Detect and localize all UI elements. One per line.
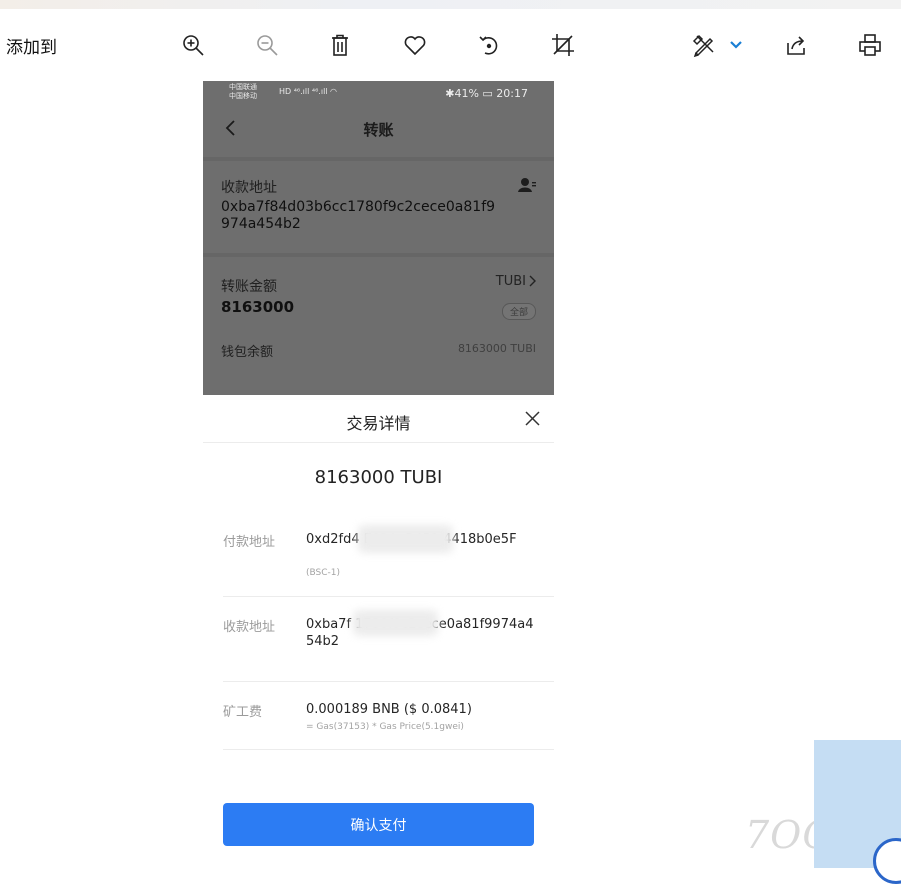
redaction-blur xyxy=(358,525,453,553)
amount-label: 转账金额 xyxy=(221,279,277,295)
zoom-in-icon xyxy=(183,35,204,56)
sheet-title: 交易详情 xyxy=(346,414,411,433)
rotate-button[interactable] xyxy=(472,28,506,62)
edit-button[interactable] xyxy=(687,28,721,62)
divider xyxy=(223,681,554,682)
transaction-detail-sheet: 交易详情 8163000 TUBI 付款地址 0xd2fd4 E02AaB451… xyxy=(203,395,554,860)
delete-button[interactable] xyxy=(323,28,357,62)
edit-dropdown-button[interactable] xyxy=(720,28,752,62)
status-right: ✱41% ▭ 20:17 xyxy=(445,87,528,100)
payee-label: 收款地址 xyxy=(223,620,276,635)
signal-icon: HD ⁴⁶.ıll ⁴⁶.ıll ◠ xyxy=(279,87,338,96)
fee-value: 0.000189 BNB ($ 0.0841) xyxy=(306,702,472,717)
amount-value: 8163000 xyxy=(221,298,295,316)
status-carrier: 中国联通 中国移动 xyxy=(229,83,257,100)
divider xyxy=(223,596,554,597)
transfer-page-dimmed: 中国联通 中国移动 HD ⁴⁶.ıll ⁴⁶.ıll ◠ ✱41% ▭ 20:1… xyxy=(203,81,554,395)
payer-label: 付款地址 xyxy=(223,535,276,550)
crop-button[interactable] xyxy=(546,28,580,62)
divider xyxy=(203,442,554,443)
chevron-right-icon xyxy=(529,275,536,287)
chevron-down-icon xyxy=(730,41,742,49)
transaction-amount: 8163000 TUBI xyxy=(314,467,443,488)
share-icon xyxy=(787,36,805,55)
add-to-button[interactable]: 添加到 xyxy=(6,33,57,58)
divider xyxy=(223,749,554,750)
zoom-in-button[interactable] xyxy=(176,28,210,62)
recipient-label: 收款地址 xyxy=(221,180,277,196)
favorite-button[interactable] xyxy=(398,28,432,62)
zoom-out-icon xyxy=(257,35,278,56)
edit-icon xyxy=(692,34,714,58)
payer-network: (BSC-1) xyxy=(306,568,341,578)
window-top-strip xyxy=(0,0,901,9)
token-selector[interactable]: TUBI xyxy=(496,274,526,289)
rotate-icon xyxy=(479,36,498,55)
close-icon[interactable] xyxy=(524,410,541,427)
print-button[interactable] xyxy=(853,28,887,62)
redaction-blur xyxy=(353,610,438,636)
balance-label: 钱包余额 xyxy=(221,345,274,360)
print-icon xyxy=(859,34,881,56)
share-button[interactable] xyxy=(779,28,813,62)
heart-icon xyxy=(404,36,426,56)
confirm-pay-button[interactable]: 确认支付 xyxy=(223,803,534,846)
divider xyxy=(203,157,554,161)
zoom-out-button[interactable] xyxy=(250,28,284,62)
page-title: 转账 xyxy=(363,121,394,139)
divider xyxy=(203,253,554,257)
recipient-address: 0xba7f84d03b6cc1780f9c2cece0a81f9974a454… xyxy=(221,199,496,232)
all-button[interactable]: 全部 xyxy=(501,303,536,320)
fee-detail: = Gas(37153) * Gas Price(5.1gwei) xyxy=(306,722,464,732)
balance-value: 8163000 TUBI xyxy=(457,342,536,355)
trash-icon xyxy=(332,34,348,56)
fee-label: 矿工费 xyxy=(223,705,263,720)
crop-icon xyxy=(552,34,574,56)
phone-screenshot: 中国联通 中国移动 HD ⁴⁶.ıll ⁴⁶.ıll ◠ ✱41% ▭ 20:1… xyxy=(203,81,554,860)
contact-icon[interactable] xyxy=(518,177,536,193)
